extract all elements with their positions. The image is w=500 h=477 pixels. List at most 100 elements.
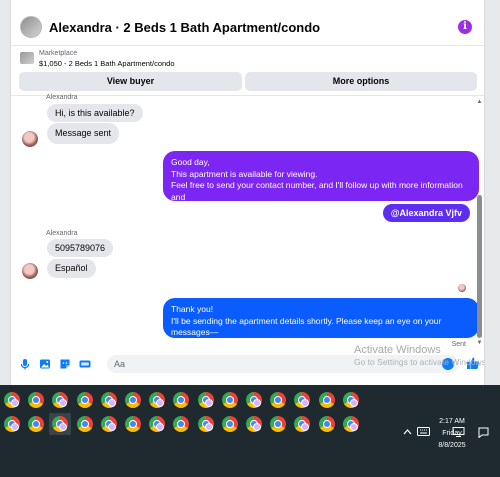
incoming-message[interactable]: Hi, is this available? <box>47 104 143 122</box>
system-clock[interactable]: 2:17 AM Friday 8/8/2025 <box>430 416 474 452</box>
chrome-icon[interactable] <box>74 389 96 411</box>
chrome-icon[interactable] <box>243 389 265 411</box>
browser-logo <box>173 416 190 432</box>
chrome-icon[interactable] <box>219 413 241 435</box>
notification-icon[interactable] <box>478 427 489 438</box>
chrome-icon[interactable] <box>170 389 192 411</box>
outgoing-message[interactable]: Good day, This apartment is available fo… <box>163 151 479 213</box>
activation-watermark-subtitle: Go to Settings to activate Windows. <box>354 357 485 367</box>
message-line: This apartment is available for viewing. <box>171 168 318 179</box>
profile-badge-icon <box>301 423 310 431</box>
sticker-icon[interactable] <box>59 358 71 370</box>
browser-logo <box>221 416 238 432</box>
more-options-button[interactable]: More options <box>245 72 477 91</box>
browser-logo <box>173 392 190 408</box>
mention-message[interactable]: @Alexandra Vjfv <box>382 204 470 222</box>
chrome-icon[interactable] <box>49 413 72 435</box>
profile-badge-icon <box>107 399 116 407</box>
chrome-icon[interactable] <box>1 389 23 411</box>
gif-icon[interactable] <box>79 358 91 370</box>
chrome-icon[interactable] <box>195 389 217 411</box>
chrome-icon[interactable] <box>243 413 265 435</box>
browser-logo <box>28 416 45 432</box>
listing-image <box>20 52 34 64</box>
chrome-icon[interactable] <box>267 413 289 435</box>
browser-logo <box>318 392 335 408</box>
avatar[interactable] <box>22 263 38 279</box>
chat-header: Alexandra · 2 Beds 1 Bath Apartment/cond… <box>11 8 484 48</box>
chrome-icon[interactable] <box>291 413 313 435</box>
avatar[interactable] <box>22 131 38 147</box>
message-line: I'll be sending the apartment details sh… <box>171 315 442 338</box>
browser-logo <box>125 416 141 432</box>
browser-logo <box>76 392 93 408</box>
profile-badge-icon <box>253 423 261 431</box>
chat-title[interactable]: Alexandra · 2 Beds 1 Bath Apartment/cond… <box>49 20 320 35</box>
browser-logo <box>76 416 93 432</box>
microphone-icon[interactable] <box>19 358 31 370</box>
scroll-up-icon[interactable]: ▲ <box>476 99 483 105</box>
browser-logo <box>270 392 287 408</box>
profile-badge-icon <box>11 399 19 407</box>
scroll-down-icon[interactable]: ▼ <box>476 340 483 346</box>
chrome-icon[interactable] <box>340 389 362 411</box>
profile-badge-icon <box>156 399 165 407</box>
profile-badge-icon <box>59 399 68 407</box>
divider <box>11 45 484 46</box>
chevron-up-icon[interactable] <box>403 428 412 435</box>
sender-name: Alexandra <box>46 94 78 101</box>
profile-badge-icon <box>11 423 19 431</box>
seen-avatar-icon <box>458 284 466 292</box>
profile-badge-icon <box>59 423 68 431</box>
incoming-message[interactable]: Message sent <box>47 123 120 144</box>
listing-summary[interactable]: Marketplace $1,050 - 2 Beds 1 Bath Apart… <box>11 48 484 70</box>
chrome-icon[interactable] <box>146 413 168 435</box>
chrome-icon[interactable] <box>195 413 217 435</box>
chrome-icon[interactable] <box>146 389 168 411</box>
chrome-icon[interactable] <box>98 413 120 435</box>
photo-icon[interactable] <box>39 358 51 370</box>
profile-badge-icon <box>204 423 213 431</box>
message-line: Good day, <box>171 157 210 167</box>
chrome-icon[interactable] <box>1 413 23 435</box>
chrome-icon[interactable] <box>122 413 144 435</box>
clock-day: Friday <box>442 430 462 437</box>
chrome-icon[interactable] <box>98 389 120 411</box>
input-placeholder: Aa <box>114 359 126 369</box>
outgoing-message[interactable]: Thank you! I'll be sending the apartment… <box>163 298 479 349</box>
incoming-message[interactable]: 5095789076 <box>47 239 114 257</box>
chrome-icon[interactable] <box>74 413 96 435</box>
browser-logo <box>221 392 238 408</box>
taskbar: 2:17 AM Friday 8/8/2025 <box>0 385 500 477</box>
profile-badge-icon <box>156 423 165 431</box>
chrome-icon[interactable] <box>291 389 313 411</box>
clock-time: 2:17 AM <box>439 418 465 425</box>
chrome-icon[interactable] <box>316 389 338 411</box>
scrollbar-thumb[interactable] <box>477 195 482 338</box>
listing-thumbnail[interactable] <box>20 16 42 38</box>
chrome-icon[interactable] <box>170 413 192 435</box>
info-icon[interactable]: i <box>458 20 472 34</box>
chrome-icon[interactable] <box>316 413 338 435</box>
profile-badge-icon <box>253 399 261 407</box>
browser-logo <box>125 392 141 408</box>
incoming-message[interactable]: Español <box>47 259 96 278</box>
chrome-icon[interactable] <box>25 413 47 435</box>
listing-price: $1,050 - 2 Beds 1 Bath Apartment/condo <box>39 59 175 68</box>
sender-name: Alexandra <box>46 230 78 237</box>
chrome-icon[interactable] <box>49 389 71 411</box>
message-line: Thank you! <box>171 304 214 314</box>
profile-badge-icon <box>204 399 213 407</box>
profile-badge-icon <box>349 399 358 407</box>
chrome-icon[interactable] <box>267 389 289 411</box>
chrome-icon[interactable] <box>122 389 144 411</box>
message-line: Feel free to send your contact number, a… <box>171 180 463 202</box>
activation-watermark-title: Activate Windows <box>354 344 441 356</box>
keyboard-icon[interactable] <box>417 427 430 436</box>
view-buyer-button[interactable]: View buyer <box>19 72 242 91</box>
chrome-icon[interactable] <box>219 389 241 411</box>
chrome-icon[interactable] <box>25 389 47 411</box>
profile-badge-icon <box>107 423 116 431</box>
chrome-icon[interactable] <box>340 413 362 435</box>
message-list: Alexandra Hi, is this available? Message… <box>11 94 484 349</box>
